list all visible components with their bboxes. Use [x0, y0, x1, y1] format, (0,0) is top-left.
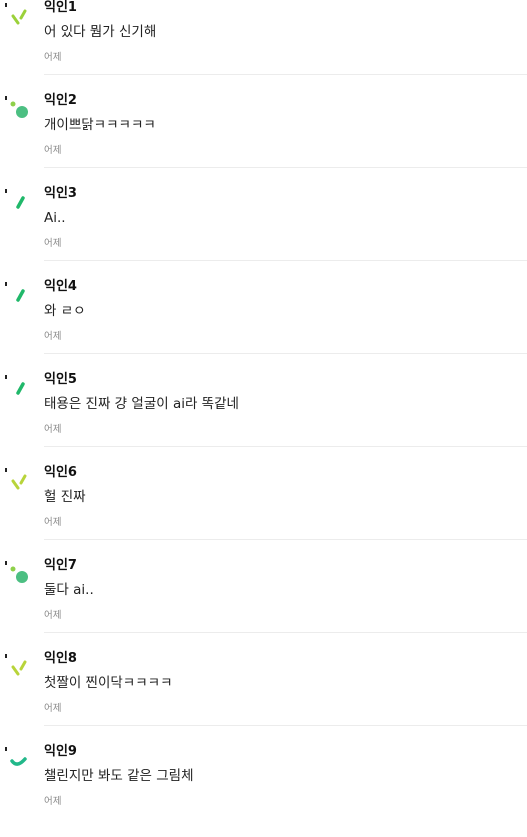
dot-circle-icon [5, 96, 28, 118]
avatar[interactable] [5, 279, 33, 311]
slash-pair-icon [5, 468, 27, 490]
avatar[interactable] [5, 93, 33, 125]
comment-time: 어제 [44, 796, 62, 807]
comment-text: 어 있다 뭠가 신기해 [44, 24, 157, 40]
comment-item: 익인3 Ai.. 어제 [0, 186, 527, 279]
arc-icon [5, 747, 27, 766]
comment-author: 익인8 [44, 651, 77, 666]
comment-item: 익인8 첫짤이 찐이닥ㅋㅋㅋㅋ 어제 [0, 651, 527, 744]
comment-item: 익인1 어 있다 뭠가 신기해 어제 [0, 0, 527, 93]
comment-author: 익인9 [44, 744, 77, 759]
comment-item: 익인6 헐 진짜 어제 [0, 465, 527, 558]
comment-time: 어제 [44, 610, 62, 621]
divider [44, 167, 527, 168]
comment-time: 어제 [44, 331, 62, 342]
divider [44, 446, 527, 447]
comment-item: 익인9 챌린지만 봐도 같은 그림체 어제 [0, 744, 527, 837]
dot-circle-icon [5, 561, 28, 583]
comment-text: 첫짤이 찐이닥ㅋㅋㅋㅋ [44, 675, 173, 691]
comment-time: 어제 [44, 145, 62, 156]
avatar[interactable] [5, 651, 33, 683]
comment-time: 어제 [44, 238, 62, 249]
comment-item: 익인2 개이쁘닭ㅋㅋㅋㅋㅋ 어제 [0, 93, 527, 186]
divider [44, 539, 527, 540]
divider [44, 353, 527, 354]
comment-time: 어제 [44, 52, 62, 63]
comment-author: 익인2 [44, 93, 77, 108]
divider [44, 74, 527, 75]
single-slash-icon [5, 375, 25, 395]
comment-text: 챌린지만 봐도 같은 그림체 [44, 768, 194, 784]
comment-time: 어제 [44, 517, 62, 528]
avatar[interactable] [5, 0, 33, 32]
avatar[interactable] [5, 186, 33, 218]
comment-author: 익인4 [44, 279, 77, 294]
comment-author: 익인5 [44, 372, 77, 387]
comment-author: 익인6 [44, 465, 77, 480]
comment-item: 익인5 태용은 진짜 걍 얼굴이 ai라 똑같네 어제 [0, 372, 527, 465]
comment-time: 어제 [44, 424, 62, 435]
comment-time: 어제 [44, 703, 62, 714]
avatar[interactable] [5, 465, 33, 497]
divider [44, 260, 527, 261]
comment-text: 태용은 진짜 걍 얼굴이 ai라 똑같네 [44, 396, 239, 412]
comment-text: 개이쁘닭ㅋㅋㅋㅋㅋ [44, 117, 156, 133]
comment-text: 둘다 ai.. [44, 582, 94, 598]
comment-text: Ai.. [44, 210, 66, 226]
comment-text: 헐 진짜 [44, 489, 86, 505]
avatar[interactable] [5, 744, 33, 776]
slash-pair-icon [5, 654, 27, 676]
comment-list: 익인1 어 있다 뭠가 신기해 어제 익인2 개이쁘닭ㅋㅋㅋㅋㅋ 어제 익인3 … [0, 0, 527, 837]
single-slash-icon [5, 189, 25, 209]
avatar[interactable] [5, 558, 33, 590]
comment-author: 익인7 [44, 558, 77, 573]
comment-author: 익인3 [44, 186, 77, 201]
comment-text: 와 ㄹㅇ [44, 303, 86, 319]
single-slash-icon [5, 282, 25, 302]
divider [44, 632, 527, 633]
comment-author: 익인1 [44, 0, 77, 15]
slash-pair-icon [5, 3, 27, 25]
avatar[interactable] [5, 372, 33, 404]
comment-item: 익인7 둘다 ai.. 어제 [0, 558, 527, 651]
comment-item: 익인4 와 ㄹㅇ 어제 [0, 279, 527, 372]
divider [44, 725, 527, 726]
